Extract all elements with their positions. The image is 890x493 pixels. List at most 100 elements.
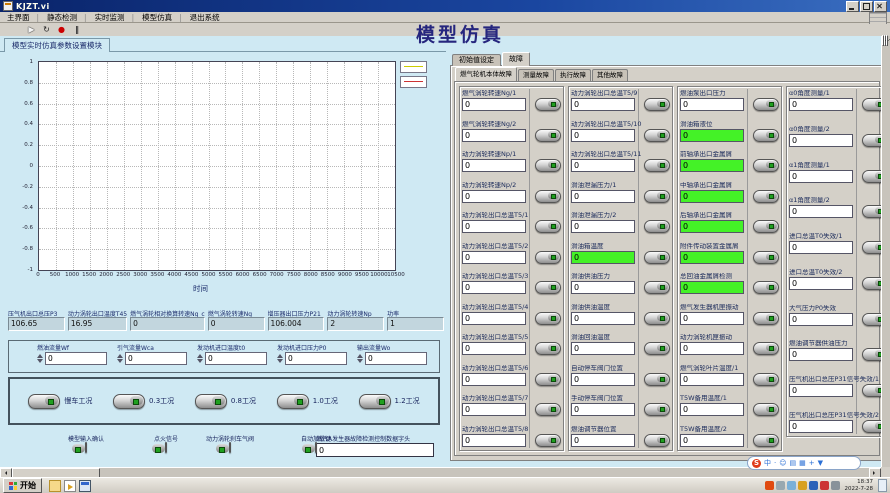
fault-toggle-button[interactable] [753, 342, 779, 355]
mode-toggle-button[interactable] [359, 394, 391, 409]
notes-icon[interactable] [809, 481, 818, 490]
plot-legend[interactable] [400, 61, 427, 88]
fault-value-field[interactable]: 0 [571, 342, 635, 355]
fault-value-field[interactable]: 0 [680, 342, 744, 355]
chinese-mode-icon[interactable]: 中 [764, 458, 771, 468]
fault-value-field[interactable]: 0 [571, 281, 635, 294]
menu-item-5[interactable]: 退出系统 [186, 12, 224, 23]
spinner-value-field[interactable]: 0 [125, 352, 187, 365]
legend-swatch-0[interactable] [400, 61, 427, 73]
update-icon[interactable] [798, 481, 807, 490]
fault-value-field[interactable]: 0 [462, 281, 526, 294]
fault-value-field[interactable]: 0 [462, 220, 526, 233]
abort-icon[interactable]: ● [56, 25, 67, 35]
fault-value-field[interactable]: 0 [680, 220, 744, 233]
fault-value-field[interactable]: 0 [789, 313, 853, 326]
fault-value-field[interactable]: 0 [571, 403, 635, 416]
fault-value-field[interactable]: 0 [680, 373, 744, 386]
fault-toggle-button[interactable] [644, 220, 670, 233]
subtab-3[interactable]: 执行故障 [555, 69, 591, 81]
fault-value-field[interactable]: 0 [571, 98, 635, 111]
tab-1[interactable]: 初始值设定 [452, 54, 501, 66]
fault-toggle-button[interactable] [644, 342, 670, 355]
fault-toggle-button[interactable] [644, 251, 670, 264]
close-icon[interactable] [874, 1, 887, 12]
punctuation-icon[interactable]: · [774, 458, 776, 468]
spinner-arrows-icon[interactable] [277, 354, 283, 363]
fault-value-field[interactable]: 0 [462, 190, 526, 203]
network-icon[interactable] [787, 481, 796, 490]
bottom-toggle-button[interactable] [165, 442, 167, 453]
fault-value-field[interactable]: 0 [680, 403, 744, 416]
fault-toggle-button[interactable] [753, 251, 779, 264]
fault-value-field[interactable]: 0 [571, 373, 635, 386]
fault-value-field[interactable]: 0 [462, 434, 526, 447]
fault-value-field[interactable]: 0 [571, 190, 635, 203]
fault-value-field[interactable]: 0 [680, 434, 744, 447]
fault-toggle-button[interactable] [535, 129, 561, 142]
sogou-logo-icon[interactable]: S [752, 459, 761, 468]
fault-toggle-button[interactable] [644, 281, 670, 294]
fault-value-field[interactable]: 0 [789, 241, 853, 254]
fault-toggle-button[interactable] [644, 159, 670, 172]
fault-value-field[interactable]: 0 [462, 342, 526, 355]
spinner-value-field[interactable]: 0 [285, 352, 347, 365]
fault-value-field[interactable]: 0 [462, 373, 526, 386]
fault-toggle-button[interactable] [644, 312, 670, 325]
fault-toggle-button[interactable] [535, 434, 561, 447]
fault-toggle-button[interactable] [535, 373, 561, 386]
menu-item-2[interactable]: 静态检测 [43, 12, 91, 23]
shield-icon[interactable] [820, 481, 829, 490]
folder-icon[interactable] [49, 480, 61, 492]
fault-toggle-button[interactable] [535, 281, 561, 294]
emoticon-icon[interactable]: ☺ [779, 458, 786, 468]
fault-value-field[interactable]: 0 [571, 220, 635, 233]
spinner-value-field[interactable]: 0 [365, 352, 427, 365]
run-icon[interactable]: ▶ [26, 25, 37, 35]
fault-toggle-button[interactable] [753, 373, 779, 386]
fault-value-field[interactable]: 0 [789, 170, 853, 183]
fault-value-field[interactable]: 0 [571, 129, 635, 142]
fault-value-field[interactable]: 0 [571, 434, 635, 447]
fault-toggle-button[interactable] [644, 373, 670, 386]
bottom-toggle-button[interactable] [229, 442, 231, 453]
fault-value-field[interactable]: 0 [680, 251, 744, 264]
fault-toggle-button[interactable] [753, 98, 779, 111]
fault-value-field[interactable]: 0 [462, 403, 526, 416]
waveform-chart[interactable]: 10.80.60.40.20-0.2-0.4-0.6-0.8-1 0500100… [8, 55, 444, 307]
window-icon[interactable] [79, 480, 91, 492]
fault-value-field[interactable]: 0 [789, 205, 853, 218]
volume-icon[interactable] [776, 481, 785, 490]
fault-toggle-button[interactable] [535, 312, 561, 325]
spinner-value-field[interactable]: 0 [45, 352, 107, 365]
run-continuous-icon[interactable]: ↻ [41, 25, 52, 35]
fault-value-field[interactable]: 0 [680, 312, 744, 325]
subtab-1[interactable]: 燃气轮机本体故障 [455, 67, 517, 81]
fault-toggle-button[interactable] [535, 342, 561, 355]
fault-value-field[interactable]: 0 [789, 134, 853, 147]
fault-toggle-button[interactable] [535, 220, 561, 233]
fault-value-field[interactable]: 0 [462, 98, 526, 111]
menu-item-1[interactable]: 主界面 [3, 12, 43, 23]
menu-item-3[interactable]: 实时监测 [91, 12, 139, 23]
spinner-arrows-icon[interactable] [357, 354, 363, 363]
panel-tab[interactable]: 模型实时仿真参数设置模块 [4, 38, 110, 52]
fault-toggle-button[interactable] [644, 434, 670, 447]
fault-toggle-button[interactable] [535, 403, 561, 416]
fault-toggle-button[interactable] [535, 159, 561, 172]
spinner-value-field[interactable]: 0 [205, 352, 267, 365]
fault-toggle-button[interactable] [644, 403, 670, 416]
fault-toggle-button[interactable] [753, 312, 779, 325]
collapse-icon[interactable]: ▼ [818, 458, 823, 468]
vertical-scrollbar[interactable] [881, 36, 890, 467]
mode-toggle-button[interactable] [277, 394, 309, 409]
fault-toggle-button[interactable] [753, 159, 779, 172]
legend-swatch-1[interactable] [400, 76, 427, 88]
labview-icon[interactable] [64, 480, 76, 492]
menu-item-4[interactable]: 模型仿真 [138, 12, 186, 23]
keyboard-icon[interactable]: ▦ [799, 458, 806, 468]
fault-toggle-button[interactable] [644, 190, 670, 203]
toolbox-icon[interactable]: + [809, 458, 815, 468]
scroll-up-icon[interactable] [882, 35, 884, 46]
fault-value-field[interactable]: 0 [571, 159, 635, 172]
